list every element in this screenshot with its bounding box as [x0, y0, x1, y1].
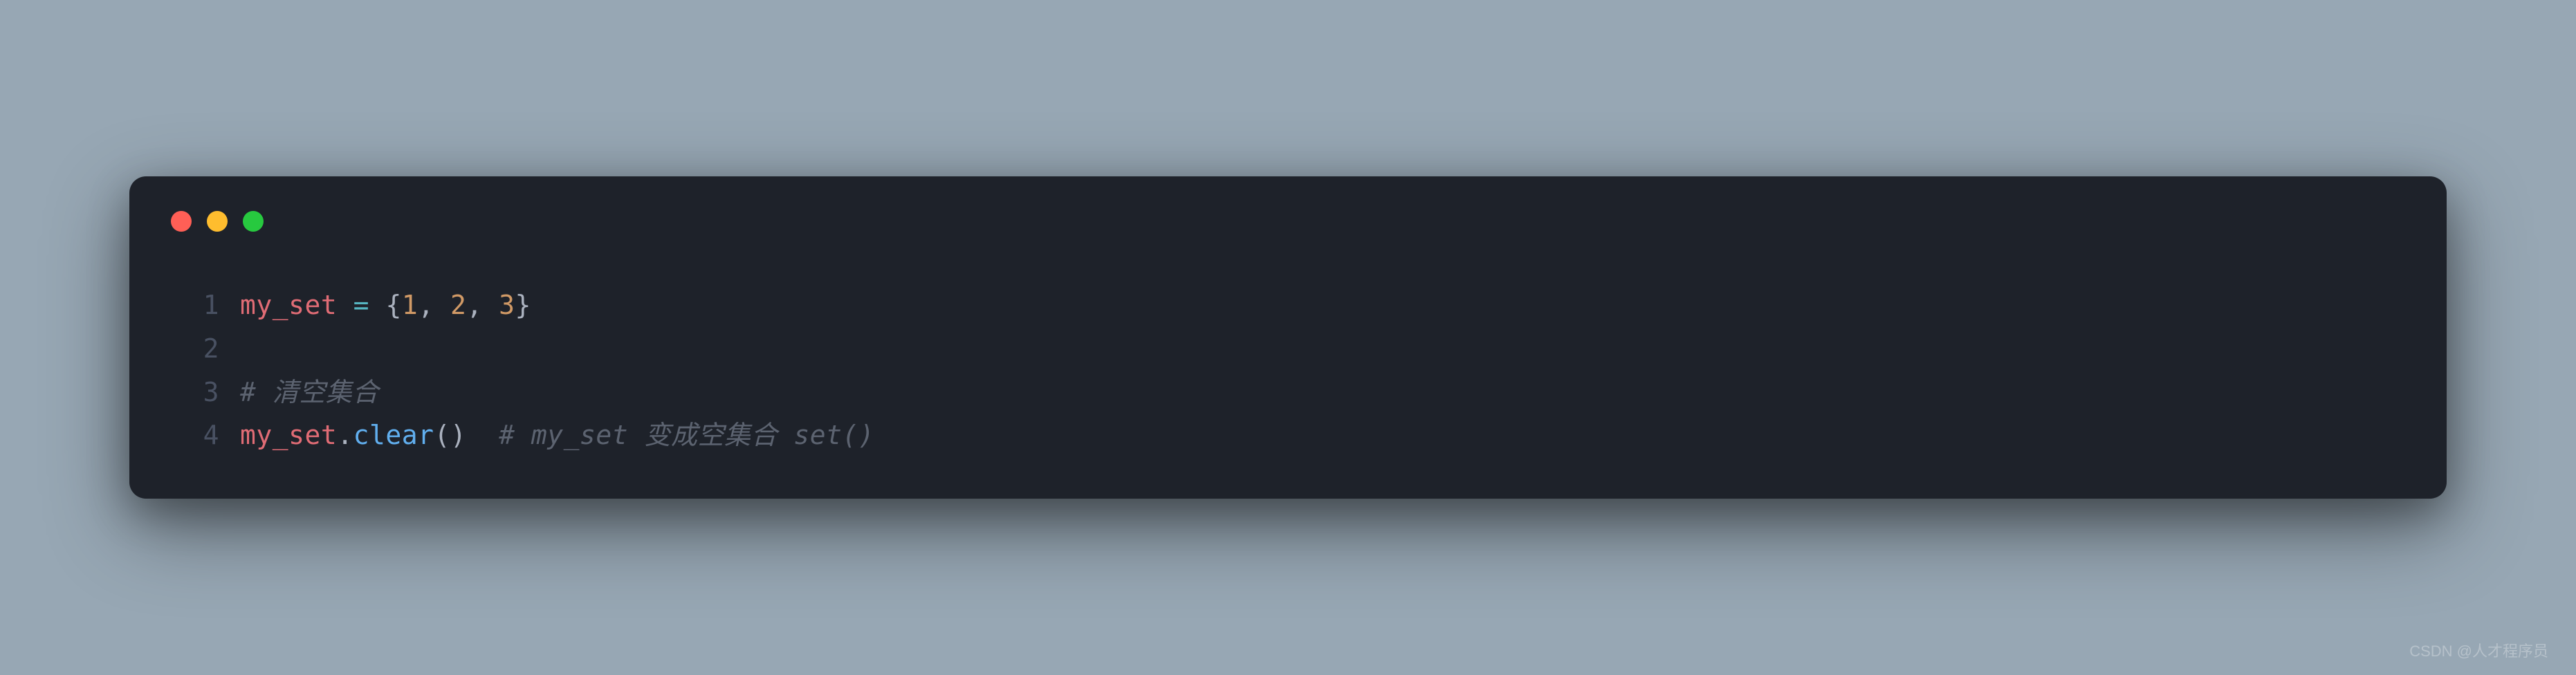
maximize-icon[interactable]: [243, 211, 264, 232]
code-token: # 清空集合: [240, 377, 379, 407]
code-token: ,: [466, 290, 499, 320]
code-window: 1my_set = {1, 2, 3}23# 清空集合4my_set.clear…: [129, 176, 2447, 499]
code-token: my_set: [240, 290, 337, 320]
close-icon[interactable]: [171, 211, 192, 232]
code-token: {: [385, 290, 401, 320]
line-content: my_set = {1, 2, 3}: [240, 284, 531, 327]
code-token: =: [353, 290, 369, 320]
line-number: 4: [171, 414, 219, 457]
minimize-icon[interactable]: [207, 211, 228, 232]
code-token: .: [337, 420, 353, 450]
code-line: 3 # 清空集合: [171, 371, 2405, 414]
code-line: 1my_set = {1, 2, 3}: [171, 284, 2405, 327]
line-number: 2: [171, 327, 219, 371]
code-token: my_set: [240, 420, 337, 450]
code-token: # my_set 变成空集合 set(): [499, 420, 874, 450]
code-token: clear: [353, 420, 434, 450]
code-token: }: [515, 290, 531, 320]
line-number: 3: [171, 371, 219, 414]
code-token: 1: [402, 290, 418, 320]
code-token: [337, 290, 353, 320]
code-token: ,: [418, 290, 450, 320]
code-token: [466, 420, 499, 450]
code-token: 3: [499, 290, 515, 320]
line-number: 1: [171, 284, 219, 327]
code-token: 2: [450, 290, 466, 320]
line-content: # 清空集合: [240, 371, 379, 414]
code-token: [369, 290, 385, 320]
watermark: CSDN @人才程序员: [2409, 639, 2548, 661]
line-content: my_set.clear() # my_set 变成空集合 set(): [240, 414, 874, 457]
code-area[interactable]: 1my_set = {1, 2, 3}23# 清空集合4my_set.clear…: [171, 284, 2405, 457]
code-token: (): [434, 420, 467, 450]
code-line: 2: [171, 327, 2405, 371]
code-line: 4 my_set.clear() # my_set 变成空集合 set(): [171, 414, 2405, 457]
window-controls: [171, 211, 2405, 232]
